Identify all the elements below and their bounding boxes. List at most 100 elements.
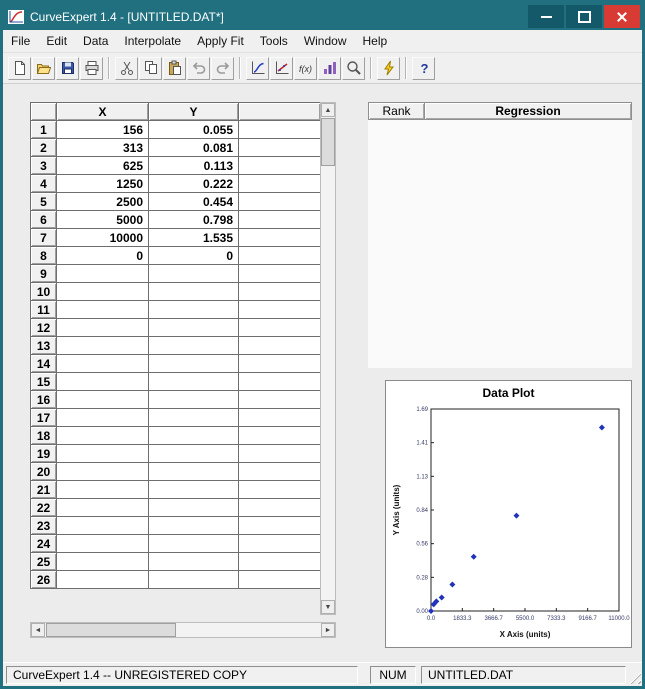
grid-cell[interactable]: 5000 [56,210,149,229]
row-header[interactable]: 16 [30,390,57,409]
grid-cell[interactable] [238,282,321,301]
grid-cell[interactable] [148,426,239,445]
grid-cell[interactable] [238,354,321,373]
zoom-button[interactable] [342,56,365,80]
calculate-button[interactable] [377,56,400,80]
help-button[interactable]: ? [412,56,435,80]
grid-cell[interactable] [148,516,239,535]
grid-cell[interactable] [148,264,239,283]
grid-cell[interactable] [148,336,239,355]
horizontal-scroll-thumb[interactable] [46,623,176,637]
maximize-button[interactable] [566,5,602,28]
undo-button[interactable] [187,56,210,80]
grid-cell[interactable] [56,552,149,571]
title-bar[interactable]: CurveExpert 1.4 - [UNTITLED.DAT*] [3,3,642,30]
grid-vertical-scrollbar[interactable]: ▲ ▼ [320,102,336,615]
grid-cell[interactable] [148,480,239,499]
grid-cell[interactable] [148,498,239,517]
row-header[interactable]: 18 [30,426,57,445]
row-header[interactable]: 26 [30,570,57,589]
grid-cell[interactable] [56,318,149,337]
row-header[interactable]: 15 [30,372,57,391]
grid-cell[interactable] [56,336,149,355]
copy-button[interactable] [139,56,162,80]
grid-cell[interactable] [238,426,321,445]
row-header[interactable]: 9 [30,264,57,283]
regression-column-header[interactable]: Regression [424,102,632,120]
row-header[interactable]: 25 [30,552,57,571]
grid-cell[interactable] [56,534,149,553]
menu-item-tools[interactable]: Tools [252,31,296,51]
grid-cell[interactable]: 0.222 [148,174,239,193]
paste-button[interactable] [163,56,186,80]
row-header[interactable]: 10 [30,282,57,301]
plot-canvas[interactable]: 0.0 1833.3 3666.7 5500.0 7333.3 9166.7 11000.0… [386,403,633,647]
grid-cell[interactable] [148,552,239,571]
open-button[interactable] [32,56,55,80]
grid-cell[interactable] [56,408,149,427]
grid-cell[interactable] [56,516,149,535]
grid-cell[interactable] [238,498,321,517]
grid-cell[interactable] [148,372,239,391]
minimize-button[interactable] [528,5,564,28]
grid-cell[interactable] [148,408,239,427]
grid-cell[interactable] [238,318,321,337]
new-button[interactable] [8,56,31,80]
grid-cell[interactable]: 0 [148,246,239,265]
grid-cell[interactable]: 0.113 [148,156,239,175]
vertical-scroll-thumb[interactable] [321,118,335,166]
grid-cell[interactable] [238,570,321,589]
grid-cell[interactable] [238,390,321,409]
row-header[interactable]: 24 [30,534,57,553]
grid-cell[interactable]: 2500 [56,192,149,211]
row-header[interactable]: 1 [30,120,57,139]
menu-item-help[interactable]: Help [355,31,396,51]
menu-item-file[interactable]: File [3,31,38,51]
save-button[interactable] [56,56,79,80]
grid-cell[interactable]: 156 [56,120,149,139]
row-header[interactable]: 11 [30,300,57,319]
row-header[interactable]: 22 [30,498,57,517]
grid-cell[interactable] [56,282,149,301]
grid-cell[interactable] [148,300,239,319]
grid-cell[interactable]: 0.055 [148,120,239,139]
regression-rank-list[interactable] [368,120,632,368]
menu-item-edit[interactable]: Edit [38,31,75,51]
grid-cell[interactable] [238,156,321,175]
menu-item-interpolate[interactable]: Interpolate [116,31,189,51]
row-header[interactable]: 20 [30,462,57,481]
grid-cell[interactable] [238,174,321,193]
print-button[interactable] [80,56,103,80]
grid-cell[interactable]: 0 [56,246,149,265]
grid-cell[interactable] [56,462,149,481]
redo-button[interactable] [211,56,234,80]
grid-cell[interactable]: 0.081 [148,138,239,157]
grid-cell[interactable] [148,570,239,589]
scroll-down-button[interactable]: ▼ [321,600,335,614]
grid-cell[interactable] [148,390,239,409]
row-header[interactable]: 14 [30,354,57,373]
grid-cell[interactable] [238,228,321,247]
grid-cell[interactable] [56,426,149,445]
menu-item-window[interactable]: Window [296,31,355,51]
row-header[interactable]: 19 [30,444,57,463]
row-header[interactable]: 4 [30,174,57,193]
grid-cell[interactable] [238,372,321,391]
rank-fits-button[interactable] [318,56,341,80]
grid-cell[interactable] [56,480,149,499]
close-button[interactable] [604,5,640,28]
grid-cell[interactable] [238,480,321,499]
row-header[interactable]: 23 [30,516,57,535]
grid-cell[interactable] [148,282,239,301]
evaluate-button[interactable]: f(x) [294,56,317,80]
grid-cell[interactable] [238,192,321,211]
grid-cell[interactable] [148,354,239,373]
row-header[interactable]: 2 [30,138,57,157]
menu-item-data[interactable]: Data [75,31,116,51]
curve-fit-button[interactable] [270,56,293,80]
menu-item-apply-fit[interactable]: Apply Fit [189,31,252,51]
row-header[interactable]: 21 [30,480,57,499]
rank-column-header[interactable]: Rank [368,102,425,120]
grid-cell[interactable]: 0.454 [148,192,239,211]
row-header[interactable]: 7 [30,228,57,247]
